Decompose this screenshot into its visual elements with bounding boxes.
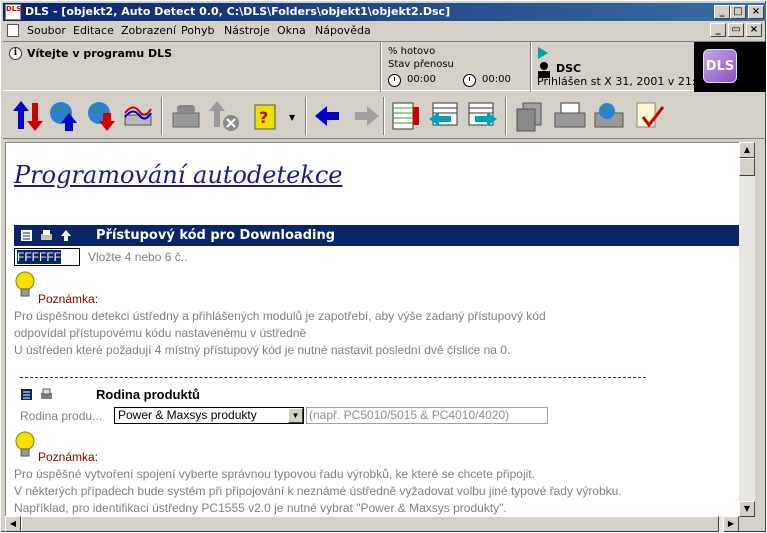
note-line: Například, pro identifikaci ústředny PC1… [14, 501, 507, 515]
welcome-pane: i Vítejte v programu DLS [3, 42, 381, 92]
note-label: Poznámka: [38, 292, 99, 306]
section-access-code-header: Přístupový kód pro Downloading [14, 225, 744, 246]
note-line: Pro úspěšné vytvoření spojení vyberte sp… [14, 467, 535, 481]
window-title: DLS - [objekt2, Auto Detect 0.0, C:\DLS\… [25, 5, 451, 18]
access-code-hint: Vložte 4 nebo 6 č.. [88, 250, 188, 264]
section-title: Přístupový kód pro Downloading [96, 228, 336, 243]
print-icon[interactable] [553, 99, 587, 133]
toolbar-separator [161, 97, 163, 135]
access-code-value: FFFFFF [17, 250, 61, 264]
title-bar: DLS DLS - [objekt2, Auto Detect 0.0, C:\… [3, 3, 766, 21]
menu-okna[interactable]: Okna [275, 24, 308, 38]
copy-icon[interactable] [513, 99, 547, 133]
percent-label: % hotovo [388, 46, 436, 57]
close-button[interactable]: × [748, 5, 764, 19]
time-remaining: 00:00 [482, 74, 511, 85]
welcome-text: Vítejte v programu DLS [27, 47, 173, 60]
printer-icon[interactable] [40, 388, 53, 401]
horizontal-scrollbar[interactable]: ◀ ▶ [5, 516, 739, 532]
transfer-pane: % hotovo Stav přenosu 00:00 00:00 [383, 42, 531, 92]
transfer-label: Stav přenosu [388, 59, 454, 70]
maximize-button[interactable]: □ [730, 5, 746, 19]
scroll-right-button[interactable]: ▶ [723, 516, 739, 532]
clock-icon [388, 74, 401, 87]
globe-download-icon[interactable] [85, 99, 119, 133]
menu-soubor[interactable]: Soubor [25, 24, 68, 38]
vertical-scroll-thumb[interactable] [739, 158, 755, 176]
list-icon[interactable] [20, 388, 33, 401]
product-family-example: (např. PC5010/5015 & PC4010/4020) [306, 407, 548, 424]
dls-app-icon: DLS [5, 4, 21, 20]
modem-icon[interactable] [121, 99, 155, 133]
dls-logo-badge: DLS [703, 49, 737, 83]
forward-icon[interactable] [349, 99, 383, 133]
note-line: Pro úspěšnou detekci ústředny a přihláše… [14, 309, 546, 323]
scroll-left-button[interactable]: ◀ [5, 516, 21, 532]
globe-upload-icon[interactable] [47, 99, 81, 133]
print-preview-icon[interactable] [593, 99, 627, 133]
phone-icon[interactable] [169, 99, 203, 133]
access-code-input[interactable]: FFFFFF [14, 248, 80, 266]
time-elapsed: 00:00 [407, 74, 436, 85]
status-row: i Vítejte v programu DLS % hotovo Stav p… [3, 41, 766, 92]
section-product-family-title: Rodina produktů [96, 387, 200, 402]
product-family-select[interactable]: Power & Maxsys produkty ▼ [114, 407, 304, 424]
vertical-scrollbar[interactable]: ▲ ▼ [739, 142, 755, 517]
lightbulb-icon [15, 431, 35, 457]
note-line: odpovídal přístupovému kódu nastavenému … [14, 326, 307, 340]
grid-icon[interactable] [389, 99, 423, 133]
clock-icon [463, 74, 476, 87]
connect-icon[interactable] [11, 99, 45, 133]
menu-nastroje[interactable]: Nástroje [222, 24, 272, 38]
content-area: Programování autodetekce Přístupový kód … [5, 142, 755, 517]
info-icon: i [9, 47, 22, 60]
product-family-value: Power & Maxsys produkty [118, 408, 257, 422]
panel-type: DSC [556, 62, 582, 75]
horizontal-scroll-thumb[interactable] [21, 516, 719, 532]
menu-bar: Soubor Editace Zobrazení Pohyb Nástroje … [3, 22, 766, 40]
menu-pohyb[interactable]: Pohyb [179, 24, 216, 38]
back-icon[interactable] [311, 99, 345, 133]
disconnect-icon[interactable] [207, 99, 241, 133]
product-family-label: Rodina produ... [20, 409, 103, 423]
menu-zobrazeni[interactable]: Zobrazení [119, 24, 178, 38]
minimize-button[interactable]: _ [714, 5, 730, 19]
scroll-down-button[interactable]: ▼ [739, 501, 755, 517]
svg-text:?: ? [259, 108, 268, 127]
lightbulb-icon [15, 271, 35, 297]
receive-icon[interactable] [427, 99, 461, 133]
note-line: U ústředen které požadují 4 místný příst… [14, 343, 511, 357]
play-icon [538, 47, 548, 59]
app-window: DLS DLS - [objekt2, Auto Detect 0.0, C:\… [0, 0, 767, 533]
send-icon[interactable] [465, 99, 499, 133]
note-label: Poznámka: [38, 450, 99, 464]
menu-editace[interactable]: Editace [71, 24, 116, 38]
doc-minimize-button[interactable]: _ [710, 23, 726, 37]
chevron-down-icon[interactable]: ▼ [288, 408, 303, 423]
dls-logo: DLS [694, 42, 766, 92]
help-dropdown-arrow[interactable]: ▼ [289, 113, 295, 122]
page-title: Programování autodetekce [14, 161, 343, 189]
check-icon[interactable] [633, 99, 667, 133]
note-line: V některých případech bude systém při př… [14, 484, 622, 498]
section-divider [20, 377, 646, 378]
panel-pane: DSC Přihlášen st X 31, 2001 v 21:00 [533, 42, 710, 92]
toolbar-separator [305, 97, 307, 135]
logged-in-text: Přihlášen st X 31, 2001 v 21:00 [537, 75, 710, 88]
help-icon[interactable]: ? [251, 99, 285, 133]
doc-close-button[interactable]: × [746, 23, 762, 37]
toolbar: ? ▼ [3, 93, 766, 139]
toolbar-separator [505, 97, 507, 135]
document-icon[interactable] [7, 24, 19, 37]
toolbar-separator [383, 97, 385, 135]
arrow-up-icon[interactable] [60, 229, 73, 242]
scroll-up-button[interactable]: ▲ [739, 142, 755, 158]
printer-icon[interactable] [40, 229, 53, 242]
menu-napoveda[interactable]: Nápověda [313, 24, 373, 38]
list-icon[interactable] [20, 229, 33, 242]
doc-restore-button[interactable]: ▭ [728, 23, 744, 37]
